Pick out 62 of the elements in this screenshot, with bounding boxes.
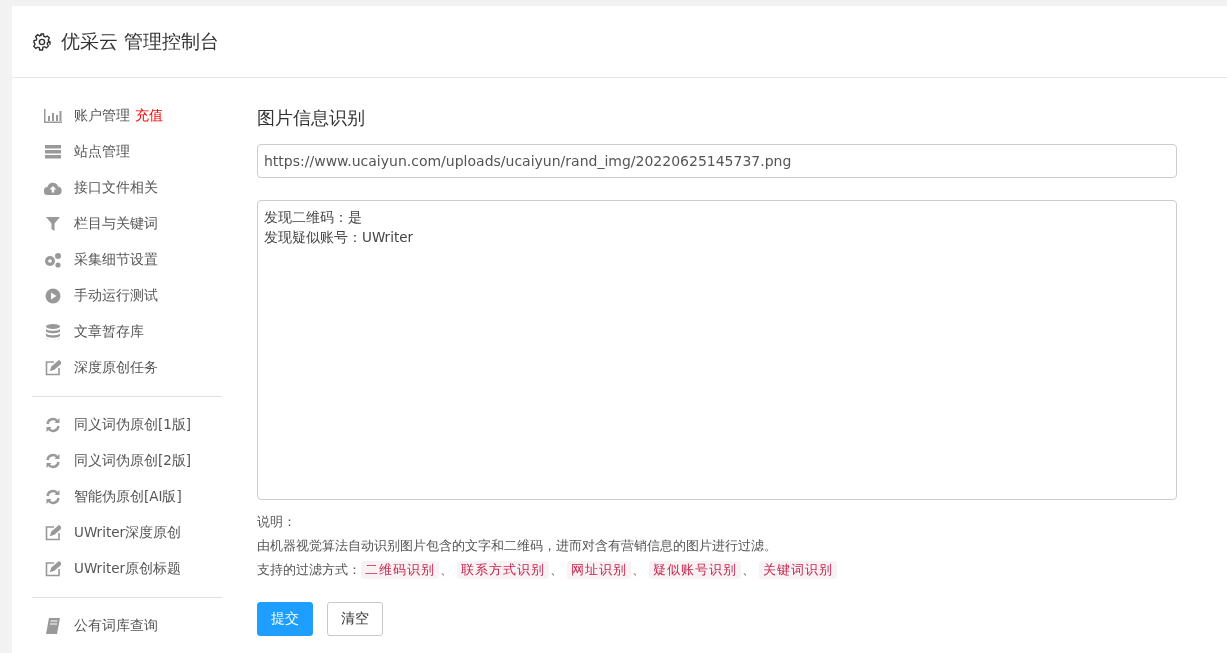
sidebar-item[interactable]: 账户管理 充值 (32, 98, 222, 134)
sidebar-item[interactable]: 同义词伪原创[2版] (32, 443, 222, 479)
item-label: 深度原创任务 (74, 359, 158, 377)
notes-title: 说明： (257, 513, 297, 531)
item-label: UWriter深度原创 (74, 524, 182, 542)
edit-icon (45, 561, 61, 577)
filters-label: 支持的过滤方式： (257, 561, 361, 579)
cloud-upload-icon (44, 181, 62, 195)
clear-button[interactable]: 清空 (327, 602, 383, 636)
filter-tag: 二维码识别 (361, 561, 439, 579)
sidebar-item[interactable]: 智能伪原创[AI版] (32, 479, 222, 515)
filter-tag: 疑似账号识别 (649, 561, 741, 579)
filter-tag: 网址识别 (567, 561, 631, 579)
bar-chart-icon (44, 109, 62, 123)
item-label: UWriter原创标题 (74, 560, 182, 578)
sidebar-item[interactable]: UWriter原创标题 (32, 551, 222, 587)
book-icon (45, 618, 61, 634)
refresh-icon (45, 489, 61, 505)
server-icon (45, 145, 61, 159)
refresh-icon (45, 453, 61, 469)
sidebar-item[interactable]: 接口文件相关 (32, 170, 222, 206)
item-label: 账户管理 (74, 107, 130, 125)
result-line: 发现疑似账号：UWriter (264, 228, 414, 248)
separator-mark: 、 (440, 561, 453, 579)
sidebar-item[interactable]: 采集细节设置 (32, 242, 222, 278)
console-title: 优采云 管理控制台 (61, 28, 220, 54)
separator-mark: 、 (550, 561, 563, 579)
item-label: 采集细节设置 (74, 251, 158, 269)
sidebar-item[interactable]: 栏目与关键词 (32, 206, 222, 242)
result-box[interactable]: 发现二维码：是 发现疑似账号：UWriter (257, 200, 1177, 500)
sidebar-item[interactable]: 深度原创任务 (32, 350, 222, 386)
sidebar-item[interactable]: 公有词库查询 (32, 608, 222, 644)
item-label: 接口文件相关 (74, 179, 158, 197)
sidebar-item[interactable]: 手动运行测试 (32, 278, 222, 314)
filter-tag: 联系方式识别 (457, 561, 549, 579)
settings-icon (33, 32, 51, 51)
sidebar-item[interactable]: UWriter深度原创 (32, 515, 222, 551)
item-label: 手动运行测试 (74, 287, 158, 305)
edit-icon (45, 360, 61, 376)
database-icon (46, 324, 60, 340)
item-label: 站点管理 (74, 143, 130, 161)
sidebar-item[interactable]: 同义词伪原创[1版] (32, 407, 222, 443)
sidebar-item[interactable]: 站点管理 (32, 134, 222, 170)
play-icon (45, 288, 61, 304)
item-label: 同义词伪原创[2版] (74, 452, 192, 470)
filter-icon (46, 217, 60, 231)
result-line: 发现二维码：是 (264, 208, 362, 227)
recharge-link[interactable]: 充值 (135, 107, 163, 125)
page-heading: 图片信息识别 (257, 106, 366, 130)
edit-icon (45, 525, 61, 541)
item-label: 文章暂存库 (74, 323, 144, 341)
separator-mark: 、 (742, 561, 755, 579)
item-label: 同义词伪原创[1版] (74, 416, 192, 434)
notes-description: 由机器视觉算法自动识别图片包含的文字和二维码，进而对含有营销信息的图片进行过滤。 (257, 537, 778, 555)
url-field[interactable]: https://www.ucaiyun.com/uploads/ucaiyun/rand_img/20220625145737.png (257, 144, 1177, 178)
sidebar-item[interactable]: 文章暂存库 (32, 314, 222, 350)
separator-mark: 、 (632, 561, 645, 579)
refresh-icon (45, 417, 61, 433)
item-label: 栏目与关键词 (74, 215, 158, 233)
item-label: 公有词库查询 (74, 617, 158, 635)
filter-tag: 关键词识别 (759, 561, 837, 579)
item-label: 智能伪原创[AI版] (74, 488, 182, 506)
